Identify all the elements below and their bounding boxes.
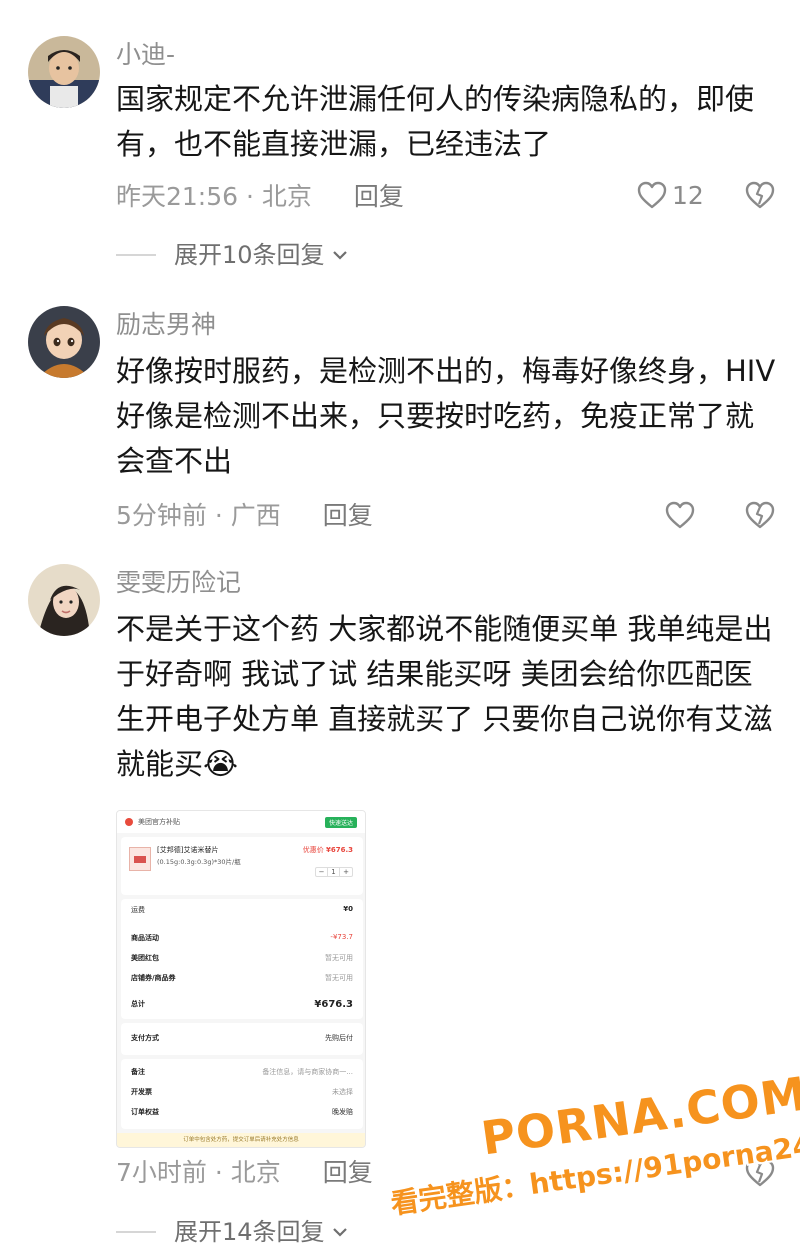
comment-time: 昨天21:56 bbox=[116, 182, 239, 211]
fee-label: 运费 bbox=[131, 906, 145, 914]
product-spec: (0.15g:0.3g:0.3g)*30片/瓶 bbox=[157, 858, 241, 866]
chevron-down-icon bbox=[332, 251, 347, 260]
like-count: 12 bbox=[672, 180, 704, 210]
expand-replies-button[interactable]: 展开10条回复 bbox=[116, 240, 349, 270]
broken-heart-icon bbox=[745, 501, 775, 529]
fee-row[interactable]: 美团红包 暂无可用 bbox=[131, 953, 353, 963]
crying-emoji: 😭 bbox=[203, 747, 239, 782]
invoice-label: 开发票 bbox=[131, 1088, 152, 1096]
expand-divider bbox=[116, 254, 156, 256]
note-value: 备注信息，请与商家协商一... bbox=[262, 1068, 353, 1076]
invoice-row[interactable]: 开发票 未选择 bbox=[131, 1087, 353, 1097]
comment-username[interactable]: 励志男神 bbox=[116, 310, 216, 340]
fee-value: 暂无可用 bbox=[325, 954, 353, 962]
like-button[interactable]: 12 bbox=[636, 180, 704, 210]
prescription-notice: 订单中包含处方药，提交订单后请补充处方信息 bbox=[117, 1133, 365, 1147]
like-button[interactable] bbox=[664, 500, 696, 530]
meta-separator: · bbox=[214, 501, 223, 530]
shop-logo-icon bbox=[125, 818, 133, 826]
avatar[interactable] bbox=[28, 36, 100, 108]
minus-icon[interactable]: − bbox=[316, 868, 328, 876]
comment-time: 7小时前 bbox=[116, 1158, 207, 1187]
expand-label: 展开10条回复 bbox=[174, 241, 325, 269]
heart-icon bbox=[637, 181, 667, 209]
comment-meta: 5分钟前 · 广西 回复 bbox=[116, 501, 373, 531]
avatar[interactable] bbox=[28, 564, 100, 636]
comment-username[interactable]: 雯雯历险记 bbox=[116, 568, 241, 598]
payment-value: 先购后付 bbox=[325, 1034, 353, 1042]
fee-row[interactable]: 店铺券/商品券 暂无可用 bbox=[131, 973, 353, 983]
benefit-label: 订单权益 bbox=[131, 1108, 159, 1116]
broken-heart-icon bbox=[745, 181, 775, 209]
heart-icon bbox=[665, 501, 695, 529]
invoice-value: 未选择 bbox=[332, 1088, 353, 1096]
avatar[interactable] bbox=[28, 306, 100, 378]
quantity-stepper[interactable]: − 1 + bbox=[315, 867, 353, 877]
total-row: 总计 ¥676.3 bbox=[131, 999, 353, 1010]
dislike-button[interactable] bbox=[744, 500, 776, 534]
comment-location: 北京 bbox=[261, 182, 312, 211]
expand-divider bbox=[116, 1231, 156, 1233]
total-value: ¥676.3 bbox=[314, 999, 353, 1010]
extras-card: 备注 备注信息，请与商家协商一... 开发票 未选择 订单权益 晚发赔 bbox=[121, 1059, 363, 1129]
fee-row[interactable]: 运费 ¥0 bbox=[131, 905, 353, 915]
payment-label: 支付方式 bbox=[131, 1034, 159, 1042]
fee-value: 暂无可用 bbox=[325, 974, 353, 982]
comment-meta: 昨天21:56 · 北京 回复 bbox=[116, 182, 404, 212]
total-label: 总计 bbox=[131, 1000, 145, 1008]
reply-button[interactable]: 回复 bbox=[354, 182, 404, 211]
comment-text: 好像按时服药，是检测不出的，梅毒好像终身，HIV好像是检测不出来，只要按时吃药，… bbox=[116, 354, 776, 478]
meta-separator: · bbox=[246, 182, 254, 211]
fee-label: 商品活动 bbox=[131, 934, 159, 942]
fee-value: ¥0 bbox=[343, 905, 353, 913]
reply-button[interactable]: 回复 bbox=[323, 1158, 373, 1187]
payment-row: 支付方式 先购后付 bbox=[131, 1033, 353, 1043]
attached-screenshot[interactable]: 美团官方补贴 快速送达 [艾邦德]艾诺米替片 (0.15g:0.3g:0.3g)… bbox=[116, 810, 366, 1148]
expand-label: 展开14条回复 bbox=[174, 1218, 325, 1246]
product-card: [艾邦德]艾诺米替片 (0.15g:0.3g:0.3g)*30片/瓶 优惠价 ¥… bbox=[121, 837, 363, 895]
benefit-value: 晚发赔 bbox=[332, 1108, 353, 1116]
benefit-row[interactable]: 订单权益 晚发赔 bbox=[131, 1107, 353, 1117]
comment-location: 广西 bbox=[230, 501, 281, 530]
fee-value: -¥73.7 bbox=[330, 933, 353, 941]
note-row[interactable]: 备注 备注信息，请与商家协商一... bbox=[131, 1067, 353, 1077]
product-thumbnail bbox=[129, 847, 151, 871]
expand-replies-button[interactable]: 展开14条回复 bbox=[116, 1217, 349, 1247]
price-value: ¥676.3 bbox=[325, 846, 353, 854]
reply-button[interactable]: 回复 bbox=[323, 501, 373, 530]
chevron-down-icon bbox=[332, 1228, 347, 1237]
comment-meta: 7小时前 · 北京 回复 bbox=[116, 1158, 373, 1188]
comment-location: 北京 bbox=[230, 1158, 281, 1187]
comment-time: 5分钟前 bbox=[116, 501, 207, 530]
quantity-value: 1 bbox=[328, 868, 340, 876]
note-label: 备注 bbox=[131, 1068, 145, 1076]
meta-separator: · bbox=[214, 1158, 223, 1187]
fee-row[interactable]: 商品活动 -¥73.7 bbox=[131, 933, 353, 943]
payment-card[interactable]: 支付方式 先购后付 bbox=[121, 1023, 363, 1055]
order-header-text: 美团官方补贴 bbox=[138, 818, 180, 826]
fee-label: 店铺券/商品券 bbox=[131, 974, 176, 982]
product-price: 优惠价 ¥676.3 bbox=[303, 845, 353, 855]
comment-text: 不是关于这个药 大家都说不能随便买单 我单纯是出于好奇啊 我试了试 结果能买呀 … bbox=[116, 607, 776, 787]
product-name: [艾邦德]艾诺米替片 bbox=[157, 846, 219, 854]
delivery-tag: 快速送达 bbox=[324, 817, 357, 828]
fee-card: 运费 ¥0 商品活动 -¥73.7 美团红包 暂无可用 店铺券/商品券 暂无可用 总计 ¥… bbox=[121, 899, 363, 1019]
comment-text: 国家规定不允许泄漏任何人的传染病隐私的，即使有，也不能直接泄漏，已经违法了 bbox=[116, 82, 755, 161]
dislike-button[interactable] bbox=[744, 180, 776, 214]
price-label: 优惠价 bbox=[302, 846, 324, 854]
fee-label: 美团红包 bbox=[131, 954, 159, 962]
comment-username[interactable]: 小迪- bbox=[116, 40, 175, 70]
plus-icon[interactable]: + bbox=[340, 868, 352, 876]
